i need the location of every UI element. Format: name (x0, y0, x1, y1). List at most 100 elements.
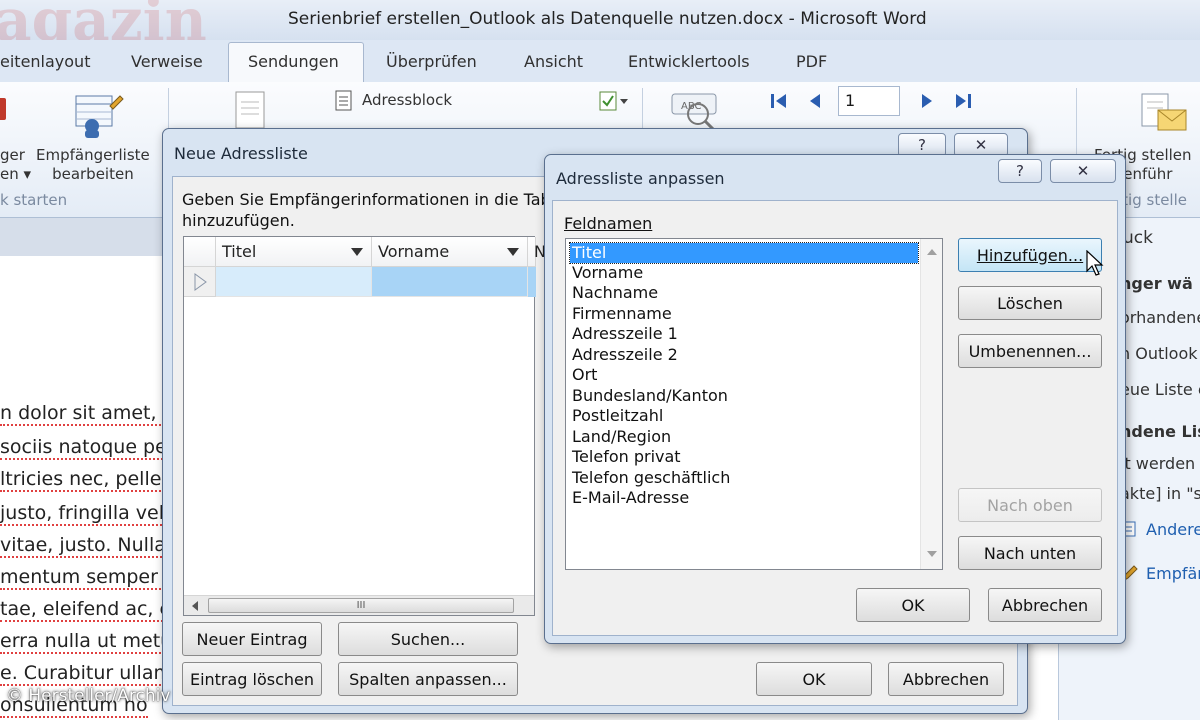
list-item[interactable]: Adresszeile 2 (570, 345, 678, 365)
field-names-listbox[interactable]: Titel Vorname Nachname Firmenname Adress… (565, 238, 943, 570)
list-item[interactable]: Titel (569, 242, 919, 264)
field-names-label-text: Feldnamen (564, 214, 653, 233)
instruction-line: hinzuzufügen. (182, 211, 295, 230)
row-header[interactable] (184, 267, 216, 297)
list-item[interactable]: Ort (570, 365, 597, 385)
search-button[interactable]: Suchen... (338, 622, 518, 656)
list-item[interactable]: Postleitzahl (570, 406, 663, 426)
ok-button[interactable]: OK (856, 588, 970, 622)
help-icon: ? (918, 136, 926, 154)
delete-entry-button[interactable]: Eintrag löschen (182, 662, 322, 696)
dropdown-arrow-icon[interactable] (507, 248, 519, 256)
start-merge-label-1: ger (0, 146, 25, 164)
list-item[interactable]: Firmenname (570, 304, 672, 324)
scroll-left-icon[interactable] (190, 600, 200, 612)
edit-recipient-list-button[interactable]: Empfängerliste bearbeiten (36, 146, 150, 184)
add-field-button[interactable]: Hinzufügen... (958, 238, 1102, 272)
close-button[interactable]: ✕ (1050, 159, 1116, 183)
close-icon: ✕ (974, 136, 988, 154)
dropdown-arrow-icon[interactable] (351, 248, 363, 256)
address-entry-grid[interactable]: Titel Vorname N III (183, 236, 546, 616)
tab-verweise[interactable]: Verweise (131, 52, 203, 71)
list-item[interactable]: Bundesland/Kanton (570, 386, 728, 406)
task-pane-heading: ndene Lis (1120, 422, 1200, 441)
instruction-line: Geben Sie Empfängerinformationen in die … (182, 190, 580, 209)
button-label: Hinzufügen... (976, 245, 1084, 265)
group-label-finish: rtig stelle (1116, 191, 1187, 209)
dialog-title: Neue Adressliste (174, 144, 308, 163)
rename-field-button[interactable]: Umbenennen... (958, 334, 1102, 368)
vertical-scrollbar[interactable] (920, 239, 942, 569)
mail-merge-icon (0, 98, 6, 120)
list-item[interactable]: Adresszeile 1 (570, 324, 678, 344)
ok-button[interactable]: OK (756, 662, 872, 696)
button-label: OK (802, 669, 826, 689)
grid-cell[interactable] (528, 267, 536, 297)
task-pane-text: akte] in "s (1120, 484, 1200, 503)
scroll-down-icon[interactable] (926, 549, 938, 559)
button-label: Löschen (997, 293, 1063, 313)
start-merge-button[interactable]: ger en ▾ (0, 146, 31, 184)
delete-field-button[interactable]: Löschen (958, 286, 1102, 320)
document-line-text: tae, eleifend ac, e (0, 598, 172, 622)
button-label: Neuer Eintrag (196, 629, 308, 649)
document-line-text: sociis natoque pe (0, 436, 167, 460)
cancel-button[interactable]: Abbrechen (988, 588, 1102, 622)
button-label: Suchen... (390, 629, 466, 649)
task-pane-option[interactable]: eue Liste e (1120, 380, 1200, 399)
task-pane-option[interactable]: n Outlook (1120, 344, 1198, 363)
tab-entwicklertools[interactable]: Entwicklertools (628, 52, 750, 71)
document-line-text: erra nulla ut metu (0, 630, 173, 654)
button-label: Nach oben (987, 495, 1073, 515)
document-line: vitae, justo. Nulla (0, 534, 166, 558)
document-line: ltricies nec, peller (0, 468, 170, 492)
customize-columns-button[interactable]: Spalten anpassen... (338, 662, 518, 696)
button-label: OK (901, 595, 925, 615)
document-icon (235, 91, 265, 129)
start-merge-label-2: en (0, 165, 19, 183)
document-line-text: justo, fringilla vel, (0, 502, 171, 526)
list-item[interactable]: E-Mail-Adresse (570, 488, 689, 508)
tab-ansicht[interactable]: Ansicht (524, 52, 583, 71)
copyright-watermark: © Hersteller/Archiv (6, 686, 171, 706)
scrollbar-thumb[interactable]: III (208, 598, 514, 613)
list-item[interactable]: Nachname (570, 283, 658, 303)
tab-sendungen[interactable]: Sendungen (248, 52, 339, 71)
list-item[interactable]: Vorname (570, 263, 643, 283)
document-line: tae, eleifend ac, e (0, 598, 172, 622)
new-entry-button[interactable]: Neuer Eintrag (182, 622, 322, 656)
column-header-label: Vorname (378, 242, 450, 261)
tab-pdf[interactable]: PDF (796, 52, 827, 71)
previous-record-icon[interactable] (804, 90, 826, 112)
column-header-nachname[interactable]: N (528, 237, 546, 267)
move-up-button[interactable]: Nach oben (958, 488, 1102, 522)
task-pane-link-recipients[interactable]: Empfän (1146, 564, 1200, 583)
column-header-titel[interactable]: Titel (216, 237, 372, 267)
address-block-icon (335, 90, 352, 111)
first-record-icon[interactable] (768, 90, 790, 112)
rules-icon[interactable] (598, 90, 632, 112)
list-item[interactable]: Telefon privat (570, 447, 681, 467)
tab-seitenlayout[interactable]: eitenlayout (0, 52, 90, 71)
tab-ueberpruefen[interactable]: Überprüfen (386, 52, 477, 71)
horizontal-scrollbar[interactable]: III (184, 595, 534, 615)
address-block-button[interactable]: Adressblock (362, 91, 452, 110)
document-line: sociis natoque pe (0, 436, 167, 460)
edit-recipient-list-label-1: Empfängerliste (36, 146, 150, 164)
move-down-button[interactable]: Nach unten (958, 536, 1102, 570)
grid-cell[interactable] (216, 267, 372, 297)
grid-cell[interactable] (372, 267, 528, 297)
cancel-button[interactable]: Abbrechen (888, 662, 1004, 696)
help-button[interactable]: ? (998, 159, 1042, 183)
task-pane-link-other[interactable]: Andere (1146, 520, 1200, 539)
task-pane-option[interactable]: orhandene (1120, 308, 1200, 327)
record-number-field[interactable]: 1 (838, 86, 900, 116)
next-record-icon[interactable] (916, 90, 938, 112)
column-header-vorname[interactable]: Vorname (372, 237, 528, 267)
list-item[interactable]: Land/Region (570, 427, 671, 447)
list-item[interactable]: Telefon geschäftlich (570, 468, 730, 488)
mouse-cursor-icon (1086, 250, 1104, 276)
last-record-icon[interactable] (952, 90, 974, 112)
button-label: Umbenennen... (968, 341, 1092, 361)
scroll-up-icon[interactable] (926, 247, 938, 257)
